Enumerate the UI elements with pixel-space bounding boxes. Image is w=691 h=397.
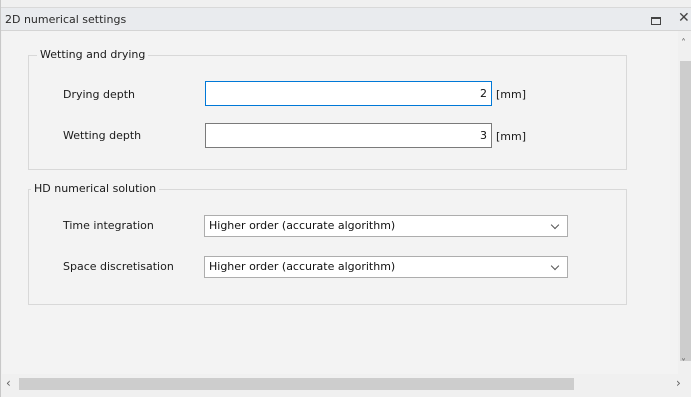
wetting-depth-unit: [mm] bbox=[496, 130, 527, 143]
settings-panel: Wetting and drying Drying depth 2 [mm] W… bbox=[2, 31, 678, 374]
space-discretisation-label: Space discretisation bbox=[63, 260, 174, 273]
settings-window: 2D numerical settings ✕ Wetting and dryi… bbox=[0, 0, 691, 397]
wetting-depth-input[interactable]: 3 bbox=[205, 123, 492, 148]
time-integration-value: Higher order (accurate algorithm) bbox=[209, 219, 396, 232]
wetting-drying-group: Wetting and drying Drying depth 2 [mm] W… bbox=[28, 48, 627, 170]
wetting-depth-label: Wetting depth bbox=[63, 129, 142, 142]
window-title: 2D numerical settings bbox=[5, 13, 127, 26]
drying-depth-label: Drying depth bbox=[63, 88, 136, 101]
space-discretisation-select[interactable]: Higher order (accurate algorithm) bbox=[204, 256, 568, 278]
horizontal-scroll-thumb[interactable] bbox=[19, 378, 574, 390]
drying-depth-unit: [mm] bbox=[496, 88, 527, 101]
chevron-down-icon bbox=[550, 261, 560, 271]
chevron-right-icon[interactable]: › bbox=[676, 377, 681, 389]
chevron-left-icon[interactable]: ‹ bbox=[6, 377, 11, 389]
hd-solution-group: HD numerical solution Time integration H… bbox=[28, 182, 627, 305]
title-bar: 2D numerical settings ✕ bbox=[1, 7, 691, 31]
time-integration-label: Time integration bbox=[63, 219, 154, 232]
chevron-down-icon bbox=[550, 220, 560, 230]
hd-solution-legend: HD numerical solution bbox=[31, 182, 160, 195]
chevron-up-icon[interactable]: ˄ bbox=[681, 39, 686, 49]
vertical-scroll-thumb[interactable] bbox=[680, 61, 691, 361]
vertical-scrollbar[interactable]: ˄ ˅ bbox=[678, 31, 691, 375]
restore-icon[interactable] bbox=[651, 17, 661, 25]
chevron-down-icon[interactable]: ˅ bbox=[681, 359, 686, 369]
drying-depth-input[interactable]: 2 bbox=[205, 81, 492, 106]
close-icon[interactable]: ✕ bbox=[678, 11, 690, 25]
wetting-drying-legend: Wetting and drying bbox=[37, 48, 149, 61]
time-integration-select[interactable]: Higher order (accurate algorithm) bbox=[204, 215, 568, 237]
horizontal-scrollbar[interactable]: ‹ › bbox=[2, 375, 691, 392]
space-discretisation-value: Higher order (accurate algorithm) bbox=[209, 260, 396, 273]
